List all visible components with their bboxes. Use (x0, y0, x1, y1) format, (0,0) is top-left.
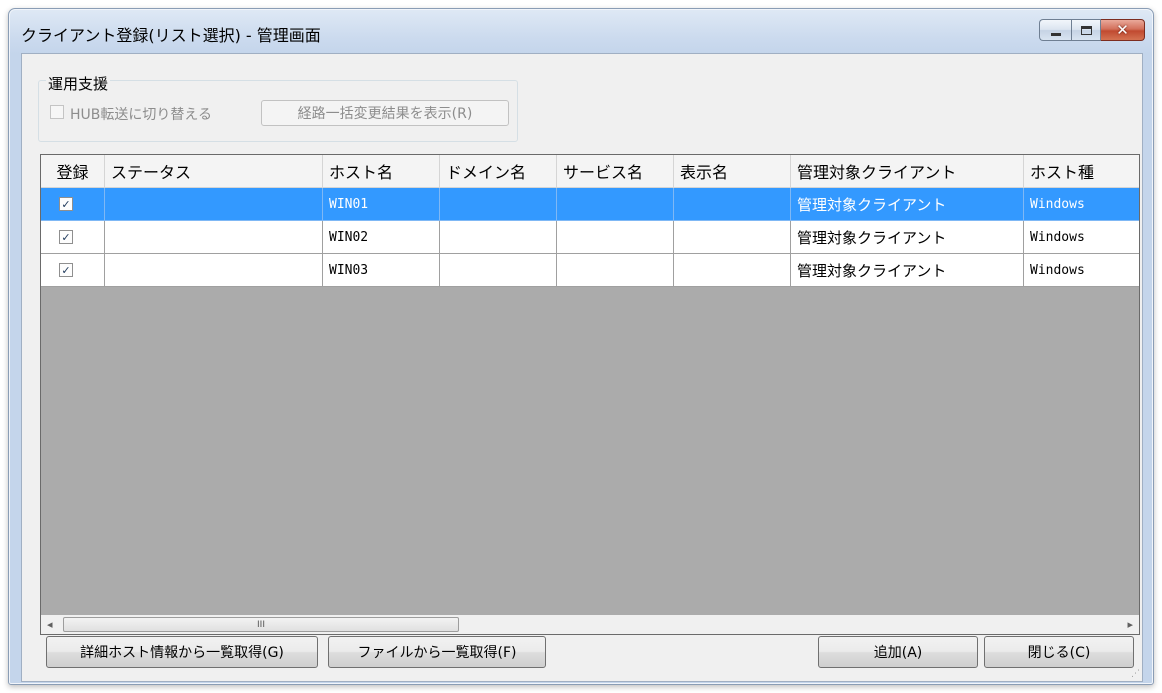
scroll-right-icon[interactable]: ▸ (1127, 618, 1133, 631)
column-header-status[interactable]: ステータス (105, 155, 323, 188)
horizontal-scrollbar[interactable]: ◂ III ▸ (40, 615, 1140, 635)
cell-domain-name (440, 221, 557, 254)
cell-register: ✓ (41, 188, 105, 221)
window-title: クライアント登録(リスト選択) - 管理画面 (21, 26, 321, 45)
dialog-client-area: 運用支援 HUB転送に切り替える 経路一括変更結果を表示(R) 登録 ステータスホ… (21, 53, 1143, 682)
cell-managed-client: 管理対象クライアント (791, 188, 1024, 221)
cell-managed-client: 管理対象クライアント (791, 254, 1024, 287)
column-header-display-name[interactable]: 表示名 (674, 155, 791, 188)
close-icon: ✕ (1116, 21, 1129, 39)
dialog-window: クライアント登録(リスト選択) - 管理画面 ✕ 運用支援 HUB転送に切り替え… (8, 8, 1154, 685)
register-checkbox[interactable]: ✓ (59, 230, 73, 244)
cell-domain-name (440, 188, 557, 221)
cell-host-type: Windows (1024, 188, 1139, 221)
cell-display-name (674, 221, 791, 254)
cell-host-name: WIN01 (323, 188, 440, 221)
get-list-from-file-button[interactable]: ファイルから一覧取得(F) (328, 636, 546, 668)
maximize-button[interactable] (1071, 19, 1101, 41)
hub-transfer-checkbox[interactable] (50, 105, 64, 119)
cell-register: ✓ (41, 221, 105, 254)
cell-host-name: WIN02 (323, 221, 440, 254)
cell-register: ✓ (41, 254, 105, 287)
cell-service-name (557, 254, 674, 287)
title-bar[interactable]: クライアント登録(リスト選択) - 管理画面 ✕ (9, 9, 1153, 53)
cell-domain-name (440, 254, 557, 287)
table-row[interactable]: ✓ WIN02 管理対象クライアント Windows (41, 221, 1139, 254)
cell-status (105, 188, 323, 221)
add-button[interactable]: 追加(A) (818, 636, 978, 668)
close-button[interactable]: 閉じる(C) (984, 636, 1134, 668)
get-list-from-detail-host-button[interactable]: 詳細ホスト情報から一覧取得(G) (46, 636, 318, 668)
cell-status (105, 221, 323, 254)
cell-status (105, 254, 323, 287)
hub-transfer-label: HUB転送に切り替える (70, 107, 212, 123)
resize-grip-icon[interactable]: ⋰ (1131, 669, 1140, 679)
grid-header: 登録 ステータス ホスト名 ドメイン名 サービス名 表示名 管理対象クライアント ホスト種 (41, 155, 1139, 188)
minimize-button[interactable] (1039, 19, 1071, 41)
column-header-domain-name[interactable]: ドメイン名 (440, 155, 557, 188)
cell-managed-client: 管理対象クライアント (791, 221, 1024, 254)
cell-service-name (557, 188, 674, 221)
minimize-icon (1050, 32, 1061, 36)
cell-host-type: Windows (1024, 221, 1139, 254)
column-header-host-type[interactable]: ホスト種 (1024, 155, 1139, 188)
cell-display-name (674, 188, 791, 221)
column-header-service-name[interactable]: サービス名 (557, 155, 674, 188)
operation-support-label: 運用支援 (46, 73, 111, 94)
table-row[interactable]: ✓ WIN03 管理対象クライアント Windows (41, 254, 1139, 287)
maximize-icon (1080, 25, 1092, 35)
column-header-register[interactable]: 登録 (41, 155, 105, 188)
register-checkbox[interactable]: ✓ (59, 263, 73, 277)
column-header-managed-client[interactable]: 管理対象クライアント (791, 155, 1024, 188)
scroll-left-icon[interactable]: ◂ (47, 618, 53, 631)
cell-host-type: Windows (1024, 254, 1139, 287)
client-grid[interactable]: 登録 ステータス ホスト名 ドメイン名 サービス名 表示名 管理対象クライアント ホスト種 ✓ W… (40, 154, 1140, 618)
scroll-thumb[interactable]: III (63, 617, 459, 632)
close-window-button[interactable]: ✕ (1101, 19, 1145, 41)
cell-display-name (674, 254, 791, 287)
cell-service-name (557, 221, 674, 254)
table-row[interactable]: ✓ WIN01 管理対象クライアント Windows (41, 188, 1139, 221)
cell-host-name: WIN03 (323, 254, 440, 287)
column-header-host-name[interactable]: ホスト名 (323, 155, 440, 188)
show-route-change-result-button[interactable]: 経路一括変更結果を表示(R) (261, 100, 509, 126)
register-checkbox[interactable]: ✓ (59, 197, 73, 211)
window-controls: ✕ (1039, 19, 1145, 41)
